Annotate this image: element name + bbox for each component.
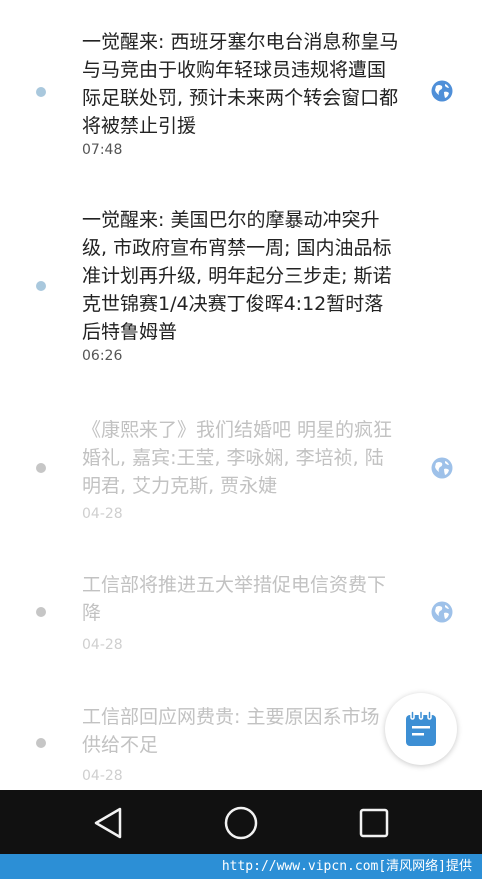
news-feed: 一觉醒来: 西班牙塞尔电台消息称皇马与马竞由于收购年轻球员违规将遭国际足联处罚,…	[0, 0, 482, 790]
globe-icon[interactable]	[431, 80, 453, 102]
unread-dot	[36, 281, 46, 291]
unread-dot	[36, 87, 46, 97]
globe-icon[interactable]	[431, 601, 453, 623]
recents-square-icon[interactable]	[354, 804, 394, 842]
news-title: 《康熙来了》我们结婚吧 明星的疯狂婚礼, 嘉宾:王莹, 李咏娴, 李培祯, 陆明…	[82, 419, 393, 497]
news-time: 06:26	[82, 348, 123, 364]
read-dot	[36, 607, 46, 617]
notepad-icon	[406, 710, 436, 746]
news-time: 04-28	[82, 637, 123, 653]
news-title: 一觉醒来: 西班牙塞尔电台消息称皇马与马竞由于收购年轻球员违规将遭国际足联处罚,…	[82, 31, 399, 137]
read-dot	[36, 738, 46, 748]
globe-icon[interactable]	[431, 457, 453, 479]
news-title: 一觉醒来: 美国巴尔的摩暴动冲突升级, 市政府宣布宵禁一周; 国内油品标准计划再…	[82, 209, 392, 343]
news-time: 04-28	[82, 768, 123, 784]
back-triangle-icon[interactable]	[88, 804, 128, 842]
home-circle-icon[interactable]	[221, 804, 261, 842]
compose-fab-button[interactable]	[385, 693, 457, 765]
watermark-text: http://www.vipcn.com[清风网络]提供	[221, 859, 472, 874]
news-title: 工信部将推进五大举措促电信资费下降	[82, 574, 387, 624]
news-time: 04-28	[82, 506, 123, 522]
watermark-bar: http://www.vipcn.com[清风网络]提供	[0, 854, 482, 879]
news-time: 07:48	[82, 142, 123, 158]
news-title: 工信部回应网费贵: 主要原因系市场供给不足	[82, 706, 380, 756]
read-dot	[36, 463, 46, 473]
system-navigation-bar	[0, 790, 482, 854]
